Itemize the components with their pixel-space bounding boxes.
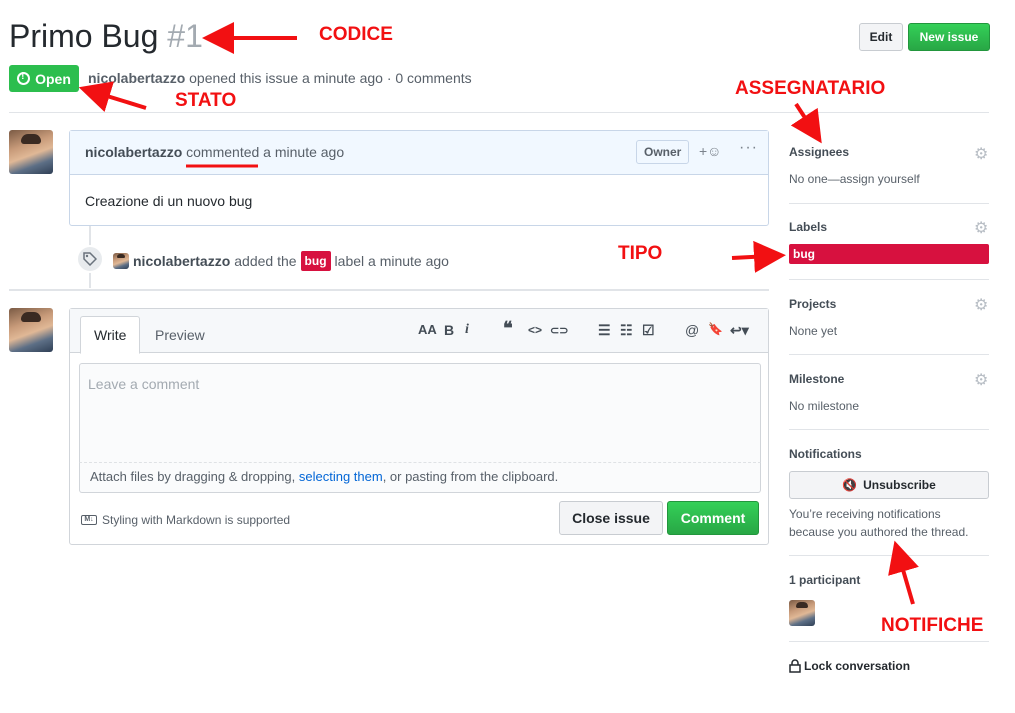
arrow-notifiche [888,540,919,605]
annotation-arrows [78,22,919,605]
arrow-assegnatario [790,102,822,144]
arrow-stato [78,81,147,112]
arrow-tipo [731,240,786,273]
